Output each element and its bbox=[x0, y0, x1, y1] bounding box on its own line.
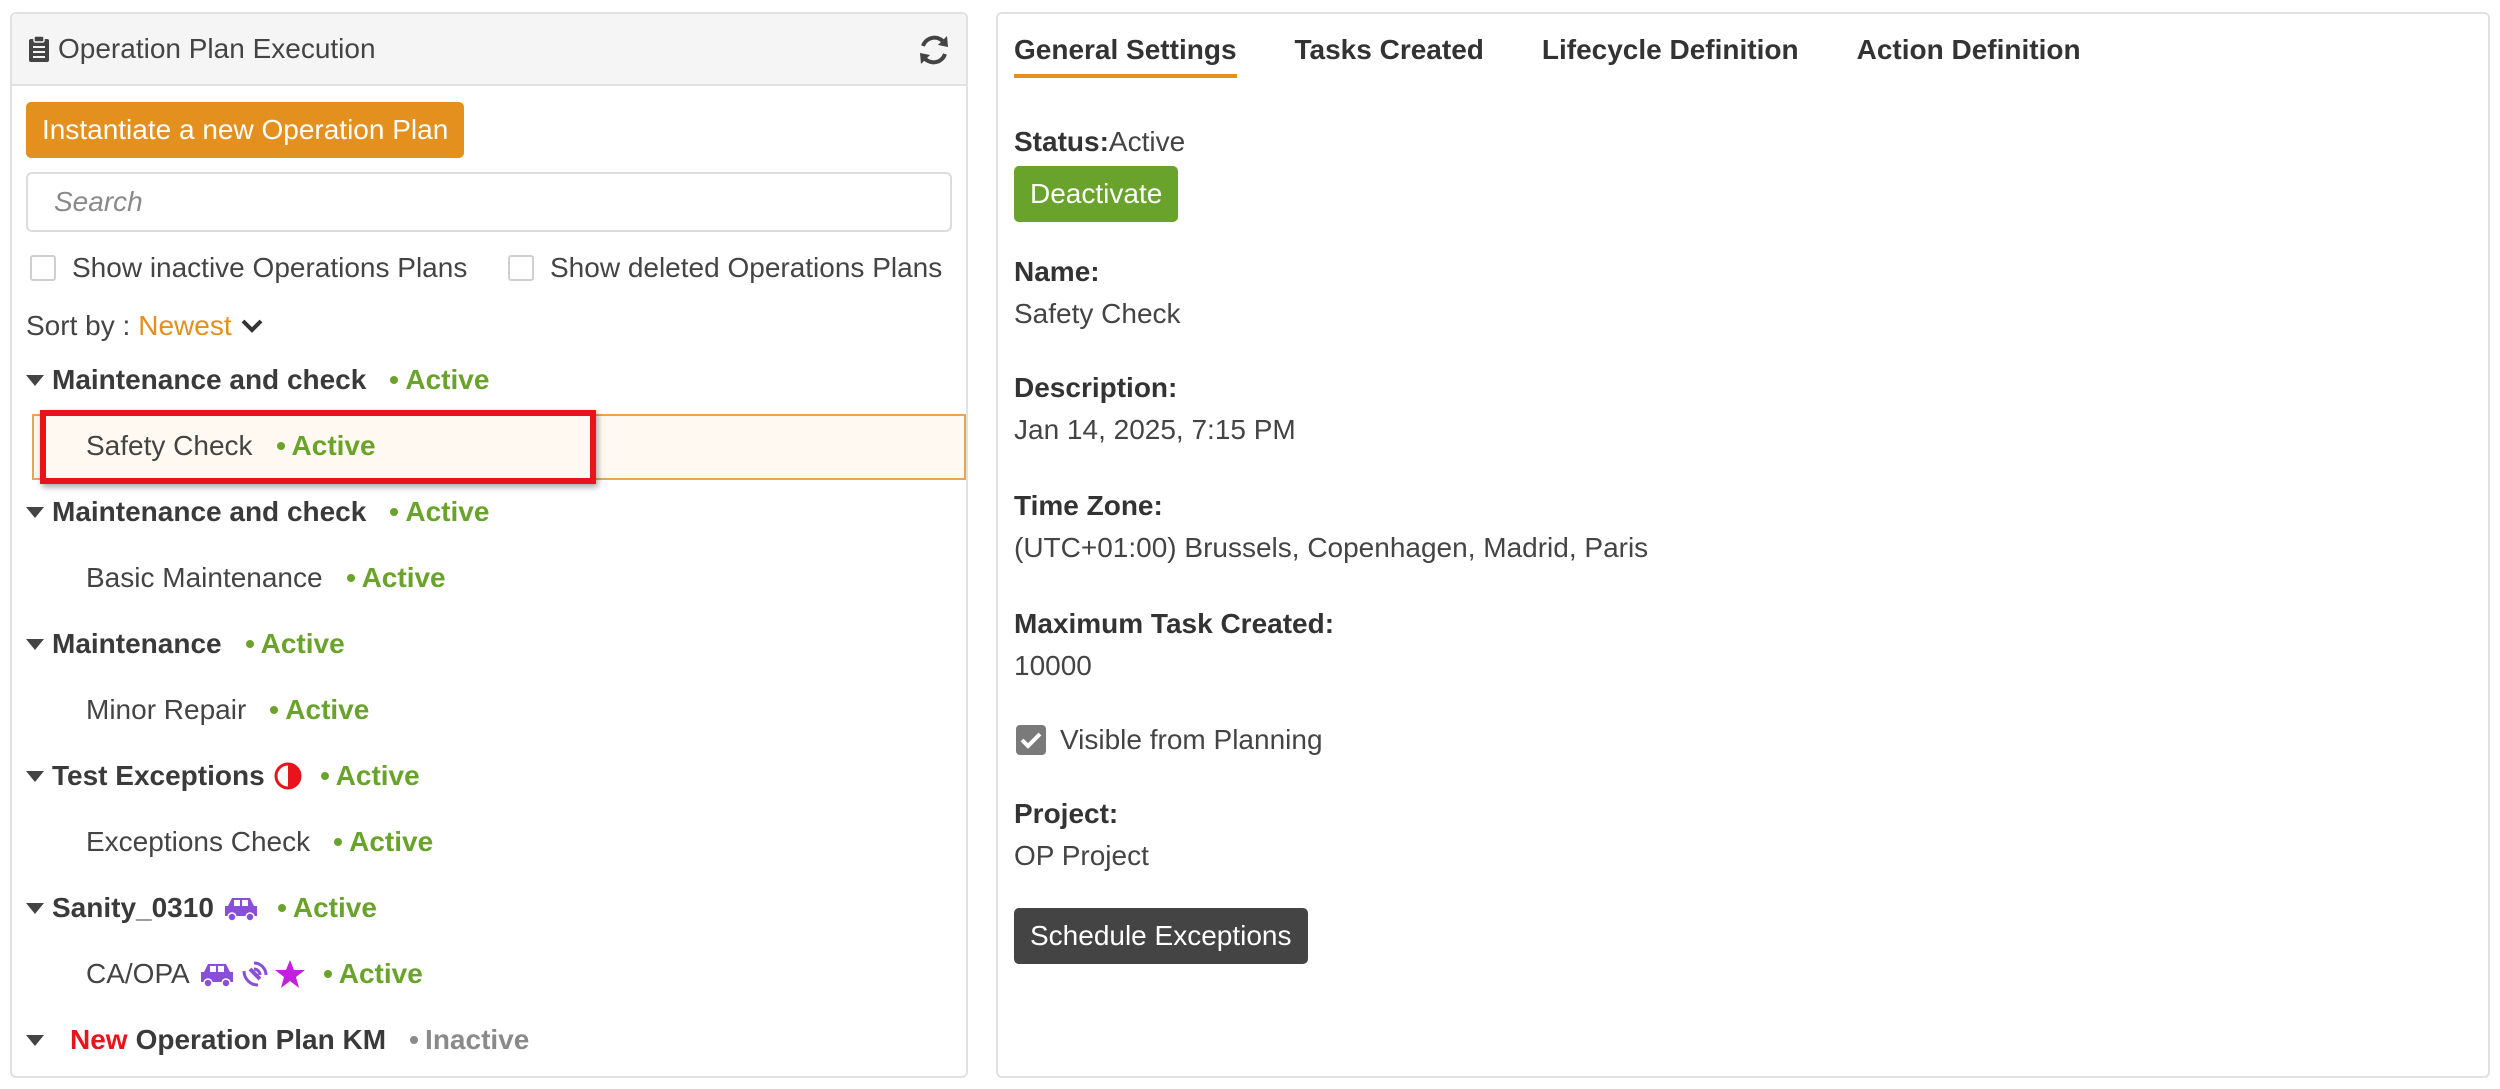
clipboard-icon bbox=[29, 35, 49, 62]
new-label: New bbox=[70, 1024, 128, 1055]
tree-item[interactable]: Minor Repair Active bbox=[86, 690, 369, 730]
item-name: Minor Repair bbox=[86, 694, 247, 725]
timezone-label: Time Zone: bbox=[1014, 490, 1163, 521]
visible-from-planning-label: Visible from Planning bbox=[1060, 724, 1323, 755]
name-label: Name: bbox=[1014, 256, 1100, 287]
item-name: CA/OPA bbox=[86, 958, 190, 989]
tree-item[interactable]: CA/OPA Active bbox=[86, 954, 423, 994]
tree-group[interactable]: New Operation Plan KM Inactive bbox=[26, 1020, 529, 1060]
deactivate-button[interactable]: Deactivate bbox=[1014, 166, 1179, 222]
project-value: OP Project bbox=[1014, 840, 1149, 871]
details-panel: General Settings Tasks Created Lifecycle… bbox=[996, 12, 2490, 1078]
visible-from-planning-checkbox[interactable] bbox=[1016, 725, 1046, 755]
tree-item[interactable]: Basic Maintenance Active bbox=[86, 558, 446, 598]
car-icon bbox=[224, 898, 257, 922]
show-deleted-option[interactable]: Show deleted Operations Plans bbox=[508, 252, 942, 284]
tree-group[interactable]: Sanity_0310 Active bbox=[26, 888, 377, 928]
chevron-down-icon[interactable] bbox=[240, 318, 264, 334]
refresh-icon[interactable] bbox=[916, 32, 952, 68]
caret-down-icon[interactable] bbox=[26, 638, 44, 650]
project-label: Project: bbox=[1014, 798, 1119, 829]
caret-down-icon[interactable] bbox=[26, 902, 44, 914]
status-badge: Active bbox=[270, 694, 369, 726]
status-badge: Active bbox=[320, 760, 420, 792]
status-badge: Active bbox=[390, 496, 489, 528]
description-value: Jan 14, 2025, 7:15 PM bbox=[1014, 414, 1296, 445]
timezone-value: (UTC+01:00) Brussels, Copenhagen, Madrid… bbox=[1014, 532, 1649, 563]
show-inactive-label: Show inactive Operations Plans bbox=[72, 252, 468, 283]
item-name: Basic Maintenance bbox=[86, 562, 323, 593]
tab-action-definition[interactable]: Action Definition bbox=[1857, 34, 2081, 78]
group-name: Maintenance and check bbox=[52, 364, 367, 395]
sort-value[interactable]: Newest bbox=[138, 310, 231, 342]
group-name: Sanity_0310 bbox=[52, 892, 214, 923]
show-deleted-checkbox[interactable] bbox=[508, 255, 534, 281]
max-task-label: Maximum Task Created: bbox=[1014, 608, 1335, 639]
group-name: Maintenance and check bbox=[52, 496, 367, 527]
caret-down-icon[interactable] bbox=[26, 1034, 44, 1046]
status-badge: Active bbox=[277, 892, 377, 924]
group-name: Test Exceptions bbox=[52, 760, 265, 791]
tab-lifecycle-definition[interactable]: Lifecycle Definition bbox=[1542, 34, 1799, 78]
visible-from-planning-option[interactable]: Visible from Planning bbox=[1016, 724, 1323, 756]
caret-down-icon[interactable] bbox=[26, 770, 44, 782]
max-task-value: 10000 bbox=[1014, 650, 1092, 681]
status-field: Status:Active bbox=[1014, 126, 1185, 158]
panel-title: Operation Plan Execution bbox=[58, 33, 376, 64]
search-input[interactable] bbox=[26, 172, 952, 232]
sort-control: Sort by : Newest bbox=[26, 310, 264, 342]
status-badge: Active bbox=[245, 628, 345, 660]
status-badge: Active bbox=[346, 562, 446, 594]
caret-down-icon[interactable] bbox=[26, 374, 44, 386]
satellite-icon bbox=[242, 961, 268, 987]
show-inactive-checkbox[interactable] bbox=[30, 255, 56, 281]
checkmark-icon bbox=[1020, 732, 1042, 749]
tab-general-settings[interactable]: General Settings bbox=[1014, 34, 1237, 78]
star-icon bbox=[274, 960, 305, 988]
status-value: Active bbox=[1108, 126, 1186, 157]
tree-group[interactable]: Test Exceptions Active bbox=[26, 756, 420, 796]
status-label: Status: bbox=[1014, 126, 1109, 157]
annotation-highlight bbox=[40, 410, 596, 484]
schedule-exceptions-button[interactable]: Schedule Exceptions bbox=[1014, 908, 1308, 964]
tree-group[interactable]: Maintenance Active bbox=[26, 624, 345, 664]
sort-label: Sort by : bbox=[26, 310, 131, 341]
show-deleted-label: Show deleted Operations Plans bbox=[550, 252, 943, 283]
tree-group[interactable]: Maintenance and check Active bbox=[26, 360, 489, 400]
panel-header: Operation Plan Execution bbox=[12, 14, 966, 86]
car-icon bbox=[200, 964, 233, 988]
item-name: Exceptions Check bbox=[86, 826, 311, 857]
tree-group[interactable]: Maintenance and check Active bbox=[26, 492, 489, 532]
caret-down-icon[interactable] bbox=[26, 506, 44, 518]
group-name: Operation Plan KM bbox=[135, 1024, 387, 1055]
description-label: Description: bbox=[1014, 372, 1178, 403]
status-badge: Active bbox=[334, 826, 433, 858]
name-value: Safety Check bbox=[1014, 298, 1181, 329]
status-badge: Inactive bbox=[410, 1024, 529, 1056]
tree-item[interactable]: Exceptions Check Active bbox=[86, 822, 433, 862]
group-name: Maintenance bbox=[52, 628, 222, 659]
show-inactive-option[interactable]: Show inactive Operations Plans bbox=[30, 252, 467, 284]
half-circle-icon bbox=[274, 762, 302, 790]
status-badge: Active bbox=[390, 364, 489, 396]
tab-bar: General Settings Tasks Created Lifecycle… bbox=[1014, 34, 2139, 78]
tab-tasks-created[interactable]: Tasks Created bbox=[1295, 34, 1484, 78]
status-badge: Active bbox=[323, 958, 423, 990]
instantiate-plan-button[interactable]: Instantiate a new Operation Plan bbox=[26, 102, 465, 158]
